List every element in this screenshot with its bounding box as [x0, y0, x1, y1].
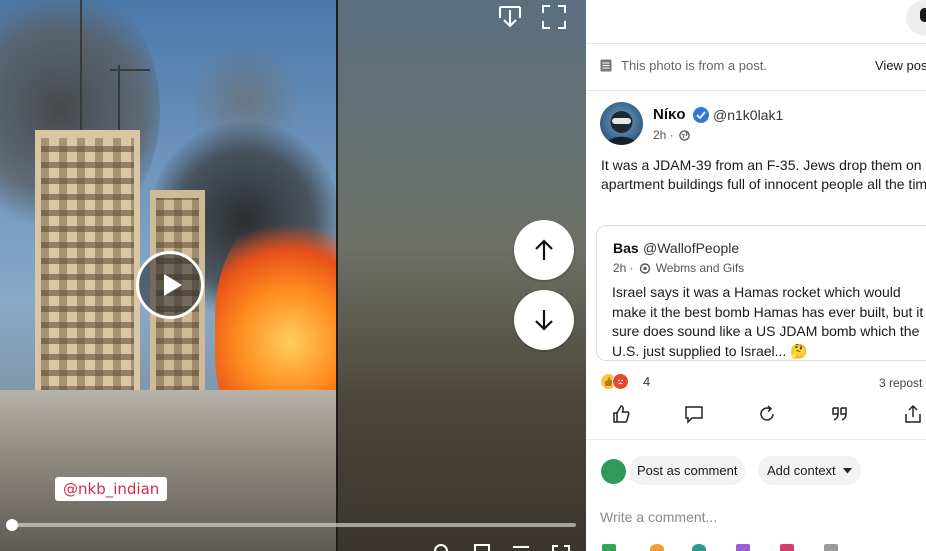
mini-player-icon[interactable]	[512, 540, 530, 551]
repost-icon	[760, 405, 774, 421]
post-text: It was a JDAM-39 from an F-35. Jews drop…	[601, 157, 926, 192]
arrow-up-icon	[535, 239, 553, 260]
globe-icon	[678, 129, 690, 141]
author-handle[interactable]: @n1k0lak1	[713, 107, 783, 123]
quoted-meta: 2h · Webms and Gifs	[613, 261, 744, 275]
avatar[interactable]	[600, 102, 643, 145]
post-as-comment-button[interactable]: Post as comment	[629, 456, 746, 485]
comment-icon	[685, 406, 703, 424]
photo-viewer: @nkb_indian This photo is from a post. V…	[0, 0, 926, 551]
quoted-group[interactable]: Webms and Gifs	[656, 261, 744, 275]
like-button[interactable]	[611, 404, 633, 426]
user-avatar[interactable]	[601, 459, 626, 484]
share-button[interactable]	[903, 404, 925, 426]
share-icon	[905, 404, 921, 423]
post-meta: 2h ·	[653, 128, 690, 142]
quoted-time: 2h ·	[613, 261, 634, 275]
from-post-notice: This photo is from a post.	[600, 58, 767, 73]
comment-input[interactable]	[600, 506, 920, 528]
document-icon	[600, 59, 612, 72]
antenna	[80, 0, 82, 135]
comment-button[interactable]	[684, 404, 706, 426]
fullscreen-icon	[542, 5, 566, 29]
caret-down-icon	[842, 467, 852, 473]
quoted-author-handle[interactable]: @WallofPeople	[643, 240, 739, 256]
repost-count[interactable]: 3 repost	[879, 376, 922, 390]
emoji-icon[interactable]	[650, 544, 664, 551]
fullscreen-button[interactable]	[541, 4, 567, 30]
building	[35, 130, 140, 400]
quoted-post[interactable]: Bas @WallofPeople 2h · Webms and Gifs Is…	[596, 225, 926, 361]
media-area: @nkb_indian	[0, 0, 586, 551]
expand-icon[interactable]	[552, 540, 570, 551]
quote-button[interactable]	[830, 404, 852, 426]
video-progress-bar[interactable]	[5, 519, 576, 531]
post-time[interactable]: 2h ·	[653, 128, 674, 142]
play-icon	[163, 274, 182, 296]
quote-icon	[832, 407, 847, 421]
author-name[interactable]: Níκo	[653, 106, 686, 123]
post-panel: This photo is from a post. View pos Níκo…	[586, 0, 926, 551]
divider	[586, 90, 926, 91]
more-options-button[interactable]	[906, 0, 926, 36]
play-button[interactable]	[136, 251, 204, 319]
verified-badge-icon	[693, 107, 709, 123]
captions-icon[interactable]	[474, 540, 492, 551]
image-icon[interactable]	[602, 544, 616, 551]
arrow-down-icon	[535, 310, 553, 331]
reaction-summary[interactable]: 4	[600, 373, 650, 390]
attach-icon[interactable]	[736, 544, 750, 551]
antenna	[110, 65, 150, 130]
from-post-text: This photo is from a post.	[621, 58, 767, 73]
add-context-label: Add context	[767, 463, 836, 478]
thumbs-up-icon	[613, 405, 630, 423]
composer-toolbar	[600, 544, 920, 551]
format-icon[interactable]	[824, 544, 838, 551]
group-icon	[639, 262, 650, 274]
quoted-text: Israel says it was a Hamas rocket which …	[612, 284, 924, 359]
panel-header	[586, 0, 926, 44]
gif-icon[interactable]	[692, 544, 706, 551]
repost-button[interactable]	[757, 404, 779, 426]
download-icon	[499, 6, 521, 28]
download-button[interactable]	[497, 4, 523, 30]
divider	[586, 439, 926, 440]
post-actions	[586, 400, 926, 430]
progress-handle[interactable]	[5, 519, 18, 531]
mention-icon[interactable]	[780, 544, 794, 551]
previous-button[interactable]	[514, 220, 574, 280]
add-context-button[interactable]: Add context	[758, 456, 861, 485]
next-button[interactable]	[514, 290, 574, 350]
settings-icon[interactable]	[433, 540, 451, 551]
reaction-count: 4	[643, 374, 651, 389]
angry-reaction-icon	[612, 373, 629, 390]
video-watermark: @nkb_indian	[55, 477, 168, 501]
view-post-link[interactable]: View pos	[875, 58, 926, 73]
quoted-author-name[interactable]: Bas	[613, 240, 639, 256]
